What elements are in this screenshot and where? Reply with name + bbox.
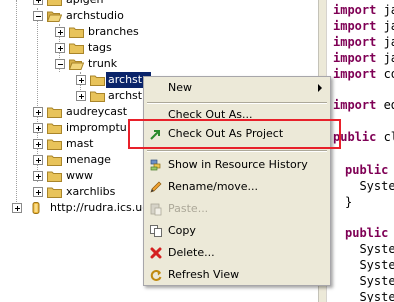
tree-item-label: branches bbox=[88, 25, 139, 38]
code-line: Syste bbox=[345, 242, 394, 256]
screen: apigen archstudio branches tags trunk bbox=[0, 0, 394, 302]
menu-item-delete[interactable]: Delete... bbox=[146, 243, 328, 263]
code-line: public cl bbox=[333, 130, 394, 144]
expand-toggle[interactable] bbox=[76, 91, 86, 101]
tree-item-archstudio[interactable]: archstudio bbox=[0, 8, 200, 24]
menu-separator bbox=[147, 102, 327, 104]
menu-item-new[interactable]: New bbox=[146, 78, 328, 98]
context-menu: New Check Out As... Check Out As Project… bbox=[143, 76, 331, 286]
menu-item-copy[interactable]: Copy bbox=[146, 221, 328, 241]
code-line: import ja bbox=[333, 35, 394, 49]
submenu-arrow-icon bbox=[318, 84, 322, 92]
expand-toggle[interactable] bbox=[33, 155, 43, 165]
folder-icon bbox=[47, 171, 62, 182]
tree-item-label: trunk bbox=[88, 57, 118, 70]
folder-icon bbox=[47, 123, 62, 134]
copy-icon bbox=[150, 225, 162, 237]
expand-toggle[interactable] bbox=[12, 203, 22, 213]
expand-toggle[interactable] bbox=[55, 27, 65, 37]
tree-item-label: mast bbox=[66, 137, 94, 150]
highlight-annotation-box bbox=[128, 119, 341, 149]
menu-item-label: Copy bbox=[168, 224, 196, 237]
code-line: Syste bbox=[345, 290, 394, 302]
expand-toggle[interactable] bbox=[76, 75, 86, 85]
tree-item-branches[interactable]: branches bbox=[0, 24, 200, 40]
folder-icon bbox=[47, 155, 62, 166]
folder-icon bbox=[90, 75, 105, 86]
code-line: Syste bbox=[345, 258, 394, 272]
expand-toggle[interactable] bbox=[33, 0, 43, 5]
menu-item-label: Rename/move... bbox=[168, 180, 259, 193]
history-icon bbox=[150, 159, 161, 171]
code-line: import co bbox=[333, 67, 394, 81]
tree-item-trunk[interactable]: trunk bbox=[0, 56, 200, 72]
code-line: public bbox=[345, 163, 389, 177]
code-line: } bbox=[345, 195, 353, 209]
folder-open-icon bbox=[69, 59, 84, 70]
tree-item-tags[interactable]: tags bbox=[0, 40, 200, 56]
pencil-icon bbox=[150, 181, 162, 193]
menu-item-show-in-resource-history[interactable]: Show in Resource History bbox=[146, 155, 328, 175]
menu-item-label: Refresh View bbox=[168, 268, 240, 281]
folder-open-icon bbox=[47, 11, 62, 22]
menu-item-label: New bbox=[168, 81, 192, 94]
tree-item-label: apigen bbox=[66, 0, 104, 8]
code-line: Syste bbox=[345, 274, 394, 288]
menu-item-paste[interactable]: Paste... bbox=[146, 199, 328, 219]
delete-icon bbox=[150, 247, 162, 259]
menu-item-label: Paste... bbox=[168, 202, 209, 215]
code-line: public bbox=[345, 226, 389, 240]
code-line: import ja bbox=[333, 19, 394, 33]
repository-icon bbox=[32, 202, 40, 214]
tree-item-label: impromptu bbox=[66, 121, 127, 134]
code-line: import ed bbox=[333, 98, 394, 112]
folder-icon bbox=[90, 91, 105, 102]
expand-toggle[interactable] bbox=[33, 123, 43, 133]
menu-separator bbox=[147, 150, 327, 152]
tree-item-label: archstudio bbox=[66, 9, 124, 22]
folder-icon bbox=[69, 43, 84, 54]
paste-icon bbox=[150, 203, 162, 216]
menu-item-refresh-view[interactable]: Refresh View bbox=[146, 265, 328, 285]
tree-item-label: tags bbox=[88, 41, 112, 54]
code-line: Syste bbox=[345, 179, 394, 193]
tree-item-label: audreycast bbox=[66, 105, 128, 118]
expand-toggle[interactable] bbox=[55, 43, 65, 53]
tree-item-label: menage bbox=[66, 153, 111, 166]
menu-item-rename-move[interactable]: Rename/move... bbox=[146, 177, 328, 197]
code-line: import ja bbox=[333, 51, 394, 65]
code-editor[interactable]: import ja import ja import ja import ja … bbox=[326, 0, 394, 302]
folder-icon bbox=[47, 139, 62, 150]
tree-item-label: xarchlibs bbox=[66, 185, 116, 198]
tree-item-label: www bbox=[66, 169, 93, 182]
folder-icon bbox=[47, 0, 62, 6]
expand-toggle[interactable] bbox=[33, 139, 43, 149]
folder-icon bbox=[69, 27, 84, 38]
code-line: import ja bbox=[333, 3, 394, 17]
expand-toggle[interactable] bbox=[33, 171, 43, 181]
folder-icon bbox=[47, 107, 62, 118]
tree-item-apigen[interactable]: apigen bbox=[0, 0, 200, 8]
menu-item-label: Show in Resource History bbox=[168, 158, 308, 171]
refresh-icon bbox=[150, 270, 162, 281]
expand-toggle[interactable] bbox=[33, 107, 43, 117]
expand-toggle[interactable] bbox=[33, 187, 43, 197]
collapse-toggle[interactable] bbox=[55, 59, 65, 69]
menu-item-label: Delete... bbox=[168, 246, 215, 259]
tree-item-label: http://rudra.ics.uci bbox=[50, 201, 152, 214]
collapse-toggle[interactable] bbox=[33, 11, 43, 21]
folder-icon bbox=[47, 187, 62, 198]
